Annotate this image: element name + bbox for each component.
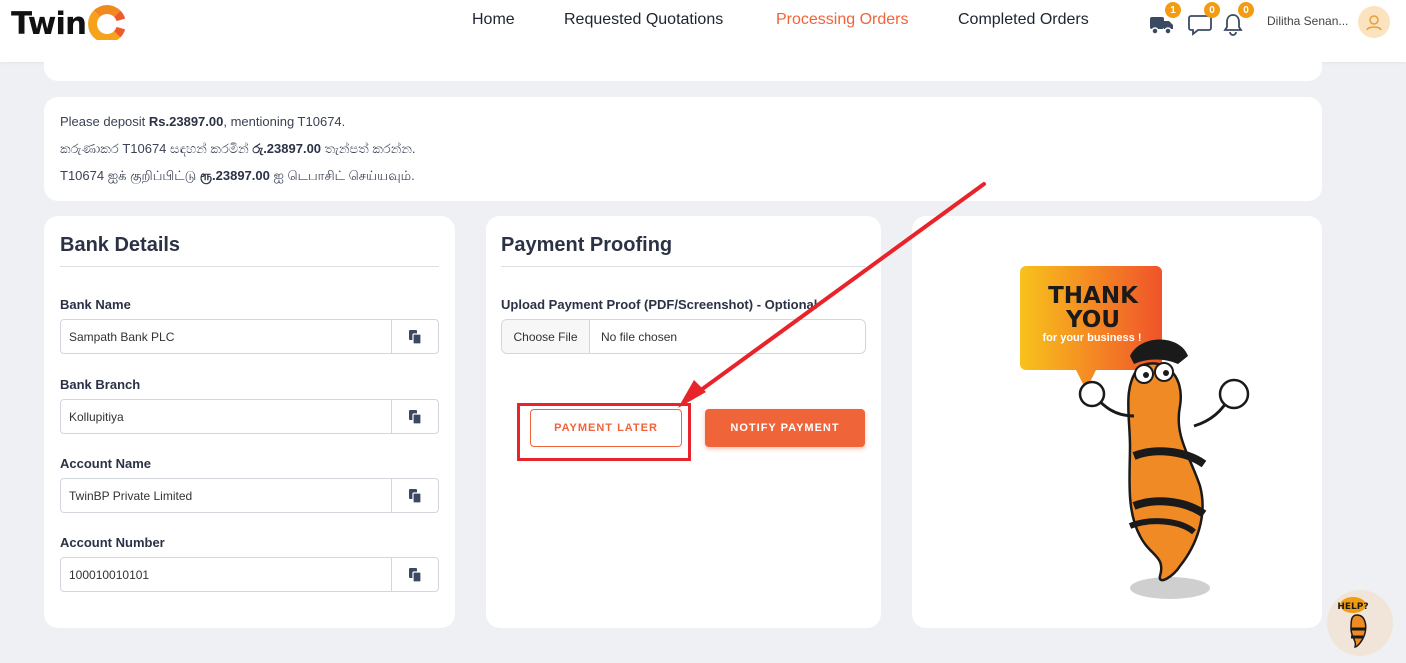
help-mascot-icon: HELP? — [1337, 597, 1369, 648]
upload-proof-label: Upload Payment Proof (PDF/Screenshot) - … — [501, 297, 818, 312]
notifications-button[interactable]: 0 — [1222, 2, 1254, 36]
messages-button[interactable]: 0 — [1188, 2, 1220, 36]
help-button[interactable]: HELP? — [1327, 590, 1393, 656]
deposit-text: Please deposit — [60, 114, 149, 129]
deposit-text: ஐ டெபாசிட் செய்யவும். — [269, 168, 415, 183]
deposit-instructions-card: Please deposit Rs.23897.00, mentioning T… — [44, 97, 1322, 201]
deposit-amount: ரூ.23897.00 — [199, 168, 270, 183]
deposit-amount: Rs.23897.00 — [148, 114, 224, 129]
highlight-annotation-box — [517, 403, 691, 461]
you-text: YOU — [1065, 307, 1120, 333]
nav-home[interactable]: Home — [472, 11, 515, 29]
deposit-text: කරුණාකර T10674 සඳහන් කරමින් — [60, 141, 253, 156]
copy-icon — [409, 409, 422, 425]
avatar[interactable] — [1358, 6, 1390, 38]
nav-processing-orders[interactable]: Processing Orders — [776, 11, 909, 29]
help-label: HELP? — [1337, 602, 1368, 612]
divider — [501, 266, 866, 267]
bank-branch-value: Kollupitiya — [69, 410, 124, 424]
copy-icon — [409, 488, 422, 504]
notify-payment-button[interactable]: NOTIFY PAYMENT — [705, 409, 865, 447]
user-name[interactable]: Dilitha Senan... — [1267, 14, 1348, 28]
bank-details-card: Bank Details Bank Name Sampath Bank PLC … — [44, 216, 455, 628]
bell-badge: 0 — [1238, 2, 1254, 18]
chat-badge: 0 — [1204, 2, 1220, 18]
thank-you-mascot-illustration: THANK YOU for your business ! — [1020, 266, 1250, 599]
thank-you-card: THANK YOU for your business ! — [912, 216, 1322, 628]
previous-section-card — [44, 40, 1322, 81]
copy-bank-name-button[interactable] — [391, 320, 438, 353]
copy-icon — [409, 567, 422, 583]
logo-c-mark — [88, 5, 127, 43]
nav-requested-quotations[interactable]: Requested Quotations — [564, 11, 723, 29]
bank-branch-label: Bank Branch — [60, 377, 141, 392]
truck-badge: 1 — [1165, 2, 1181, 18]
deposit-text: T10674 ஐக் குறிப்பிட்டு — [60, 168, 200, 183]
deposit-text: , mentioning T10674. — [223, 114, 346, 129]
user-avatar-icon — [1366, 15, 1382, 31]
bank-name-field[interactable]: Sampath Bank PLC — [60, 319, 439, 354]
nav-completed-orders[interactable]: Completed Orders — [958, 11, 1089, 29]
thank-text: THANK — [1048, 283, 1139, 309]
for-your-business-text: for your business ! — [1042, 332, 1141, 344]
account-name-field[interactable]: TwinBP Private Limited — [60, 478, 439, 513]
bank-branch-field[interactable]: Kollupitiya — [60, 399, 439, 434]
deposit-text: තැන්පත් කරන්න. — [321, 141, 416, 156]
deposit-line-sinhala: කරුණාකර T10674 සඳහන් කරමින් රු.23897.00 … — [60, 141, 415, 157]
file-status-text: No file chosen — [601, 330, 678, 344]
account-name-value: TwinBP Private Limited — [69, 489, 193, 503]
deposit-amount: රු.23897.00 — [252, 141, 322, 156]
copy-bank-branch-button[interactable] — [391, 400, 438, 433]
account-name-label: Account Name — [60, 456, 152, 471]
delivery-truck-button[interactable]: 1 — [1149, 2, 1181, 36]
copy-account-number-button[interactable] — [391, 558, 438, 591]
bank-name-label: Bank Name — [60, 297, 131, 312]
deposit-line-tamil: T10674 ஐக் குறிப்பிட்டு ரூ.23897.00 ஐ டெ… — [60, 168, 415, 185]
copy-account-name-button[interactable] — [391, 479, 438, 512]
payment-proof-file-input[interactable]: Choose File No file chosen — [501, 319, 866, 354]
logo-text: Twin — [11, 6, 87, 42]
choose-file-button[interactable]: Choose File — [502, 320, 590, 353]
payment-proofing-title: Payment Proofing — [501, 234, 673, 256]
deposit-line-english: Please deposit Rs.23897.00, mentioning T… — [60, 114, 345, 129]
account-number-label: Account Number — [60, 535, 165, 550]
account-number-field[interactable]: 100010010101 — [60, 557, 439, 592]
copy-icon — [409, 329, 422, 345]
twinc-logo[interactable]: Twin — [11, 4, 127, 44]
bank-details-title: Bank Details — [60, 234, 181, 256]
bank-name-value: Sampath Bank PLC — [69, 330, 175, 344]
divider — [60, 266, 439, 267]
account-number-value: 100010010101 — [69, 568, 150, 582]
